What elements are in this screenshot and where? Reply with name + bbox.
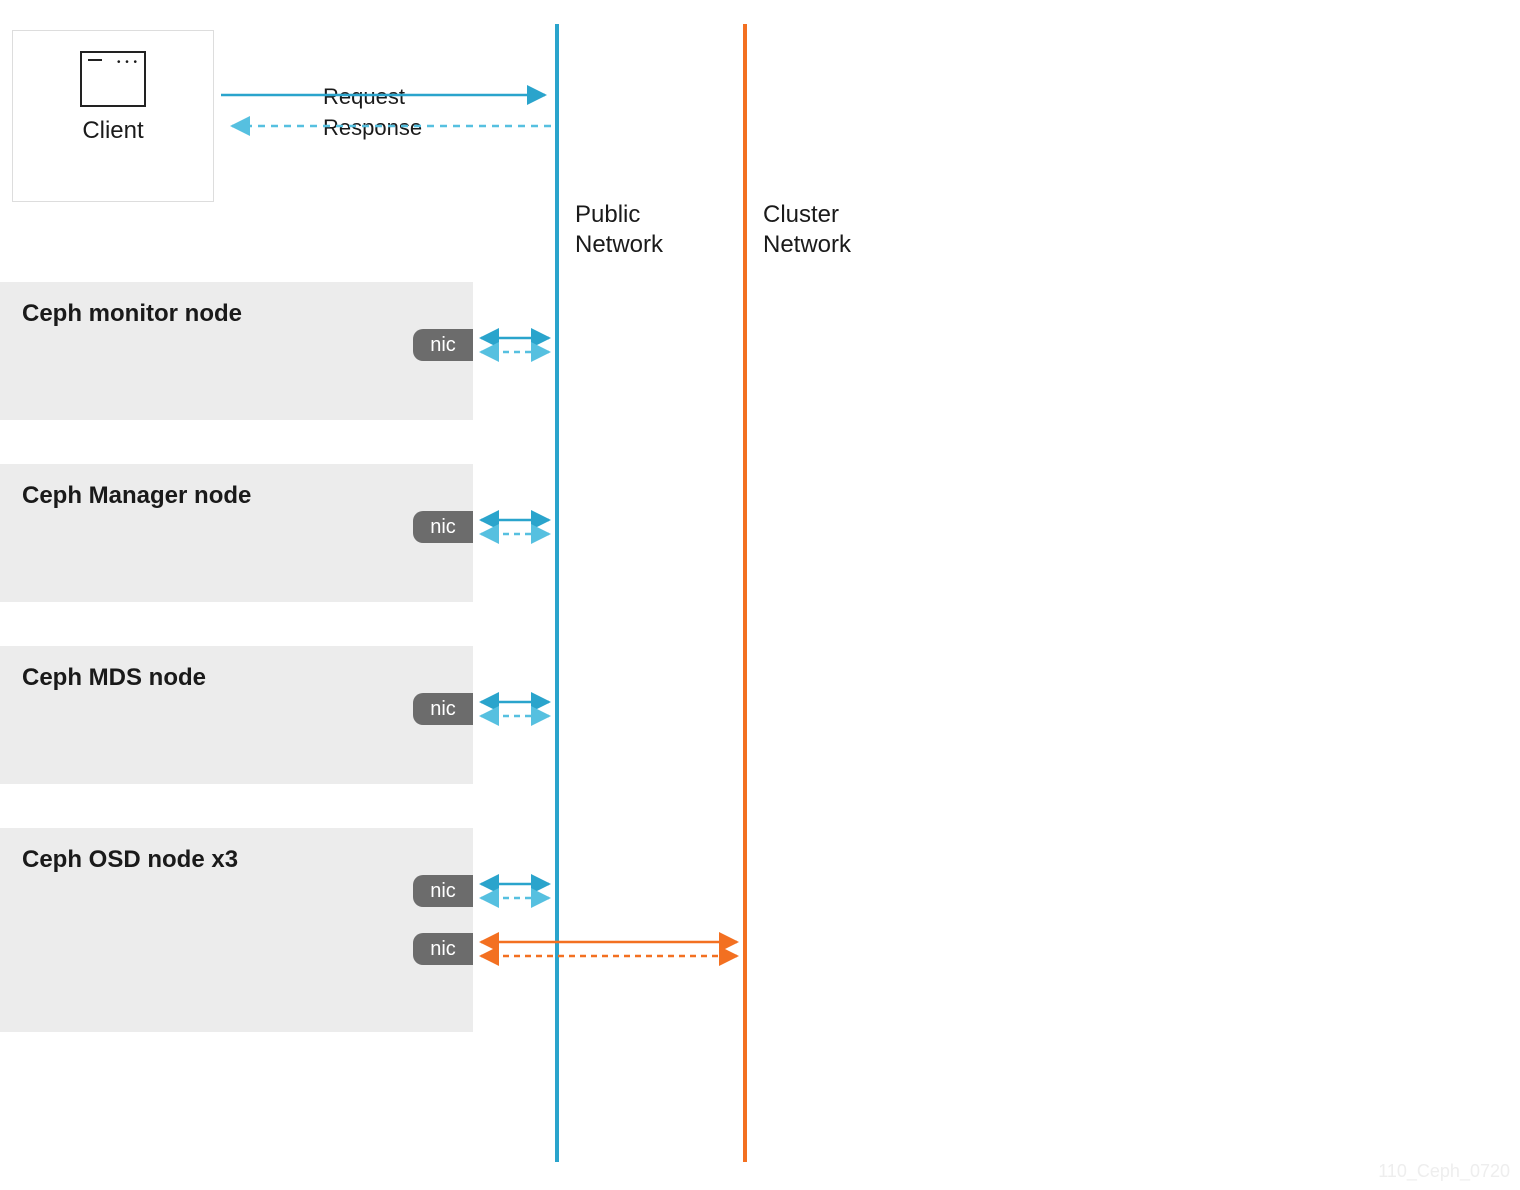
public-network-label: Public Network [575,200,663,260]
diagram-container: • • • Client Public Network Cluster Netw… [0,0,1520,1190]
legend-response-label: Response [323,115,422,141]
nic-tag: nic [413,875,473,907]
client-window-icon: • • • [80,51,146,107]
legend-request-label: Request [323,84,405,110]
node-mds: Ceph MDS node [0,646,473,784]
nic-tag: nic [413,693,473,725]
client-box: • • • Client [12,30,214,202]
nic-tag: nic [413,933,473,965]
node-monitor: Ceph monitor node [0,282,473,420]
node-title: Ceph OSD node x3 [0,828,473,874]
node-title: Ceph Manager node [0,464,473,510]
watermark-text: 110_Ceph_0720 [1378,1161,1510,1182]
client-label: Client [13,117,213,145]
node-title: Ceph MDS node [0,646,473,692]
public-network-text: Public Network [575,201,663,258]
node-title: Ceph monitor node [0,282,473,328]
cluster-network-line [743,24,747,1162]
nic-tag: nic [413,511,473,543]
node-manager: Ceph Manager node [0,464,473,602]
node-osd: Ceph OSD node x3 [0,828,473,1032]
cluster-network-text: Cluster Network [763,201,851,258]
public-network-line [555,24,559,1162]
nic-tag: nic [413,329,473,361]
cluster-network-label: Cluster Network [763,200,851,260]
